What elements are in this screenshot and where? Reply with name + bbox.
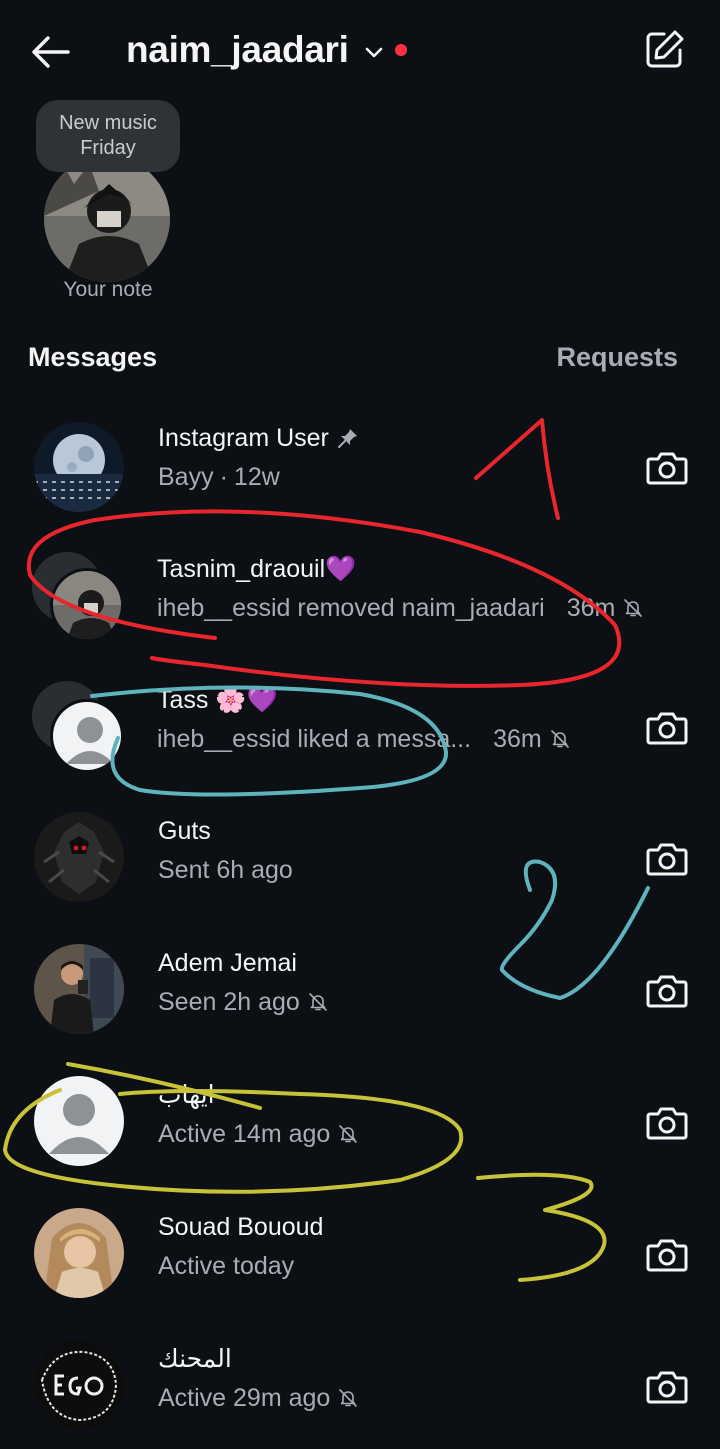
avatar <box>34 812 124 902</box>
avatar <box>34 422 124 512</box>
chevron-down-icon <box>365 47 382 58</box>
thread-time: 12w <box>233 462 280 491</box>
thread-name: Adem Jemai <box>158 948 297 977</box>
muted-bell-icon <box>339 1125 358 1143</box>
thread-name: Tasnim_draouil💜 <box>157 554 357 583</box>
thread-preview: Bayy <box>158 462 214 491</box>
thread-time: 36m <box>566 593 616 622</box>
thread-preview: Active 29m ago <box>158 1383 331 1412</box>
thread-name: Guts <box>158 816 211 845</box>
camera-icon[interactable] <box>644 1100 690 1146</box>
thread-name: المحنك <box>158 1345 232 1373</box>
thread-preview: Sent 6h ago <box>158 855 293 884</box>
notification-dot <box>394 44 407 56</box>
avatar <box>34 1076 124 1166</box>
top-bar: naim_jaadari <box>0 0 720 100</box>
camera-icon[interactable] <box>644 1232 690 1278</box>
thread-name: ايهاب <box>158 1081 215 1109</box>
thread-preview: iheb__essid removed naim_jaadari <box>157 593 545 622</box>
thread-name: Instagram User <box>158 423 329 452</box>
your-note[interactable]: New music Friday Your note <box>28 100 188 310</box>
camera-icon[interactable] <box>644 1364 690 1410</box>
thread-row[interactable]: Souad Bououd Active today <box>0 1190 720 1322</box>
arrow-left-icon[interactable] <box>28 30 72 74</box>
account-switcher[interactable]: naim_jaadari <box>126 26 407 74</box>
group-avatar-front <box>50 568 124 642</box>
muted-bell-icon <box>624 599 643 617</box>
muted-bell-icon <box>550 730 569 748</box>
avatar <box>34 944 124 1034</box>
thread-row[interactable]: Tass 🌸💜 iheb__essid liked a messa... 36m <box>0 663 720 795</box>
separator: · <box>219 462 228 491</box>
thread-preview: iheb__essid liked a messa... <box>157 724 472 753</box>
thread-time: 36m <box>493 724 542 753</box>
account-username: naim_jaadari <box>126 29 349 70</box>
muted-bell-icon <box>339 1389 358 1407</box>
avatar <box>34 1208 124 1298</box>
thread-row[interactable]: Guts Sent 6h ago <box>0 794 720 926</box>
note-label: Your note <box>63 278 153 301</box>
camera-icon[interactable] <box>644 836 690 882</box>
compose-icon[interactable] <box>640 26 688 74</box>
camera-icon[interactable] <box>644 445 690 491</box>
thread-preview: Active 14m ago <box>158 1119 331 1148</box>
camera-icon[interactable] <box>644 705 690 751</box>
pin-icon <box>337 429 357 448</box>
requests-link[interactable]: Requests <box>556 342 678 373</box>
messages-heading: Messages <box>28 342 158 372</box>
thread-name: Souad Bououd <box>158 1212 324 1241</box>
camera-icon[interactable] <box>644 968 690 1014</box>
thread-row[interactable]: Tasnim_draouil💜 iheb__essid removed naim… <box>0 532 720 664</box>
thread-row[interactable]: المحنك Active 29m ago <box>0 1322 720 1449</box>
thread-row[interactable]: Adem Jemai Seen 2h ago <box>0 926 720 1058</box>
avatar <box>34 1340 124 1430</box>
thread-row[interactable]: ايهاب Active 14m ago <box>0 1058 720 1190</box>
thread-row[interactable]: Instagram User Bayy · 12w <box>0 401 720 533</box>
thread-name: Tass 🌸💜 <box>157 685 278 714</box>
thread-preview: Seen 2h ago <box>158 987 300 1016</box>
thread-preview: Active today <box>158 1251 295 1280</box>
note-bubble: New music Friday <box>36 100 180 172</box>
group-avatar-front <box>50 699 124 773</box>
muted-bell-icon <box>308 993 327 1011</box>
note-avatar <box>44 156 170 282</box>
